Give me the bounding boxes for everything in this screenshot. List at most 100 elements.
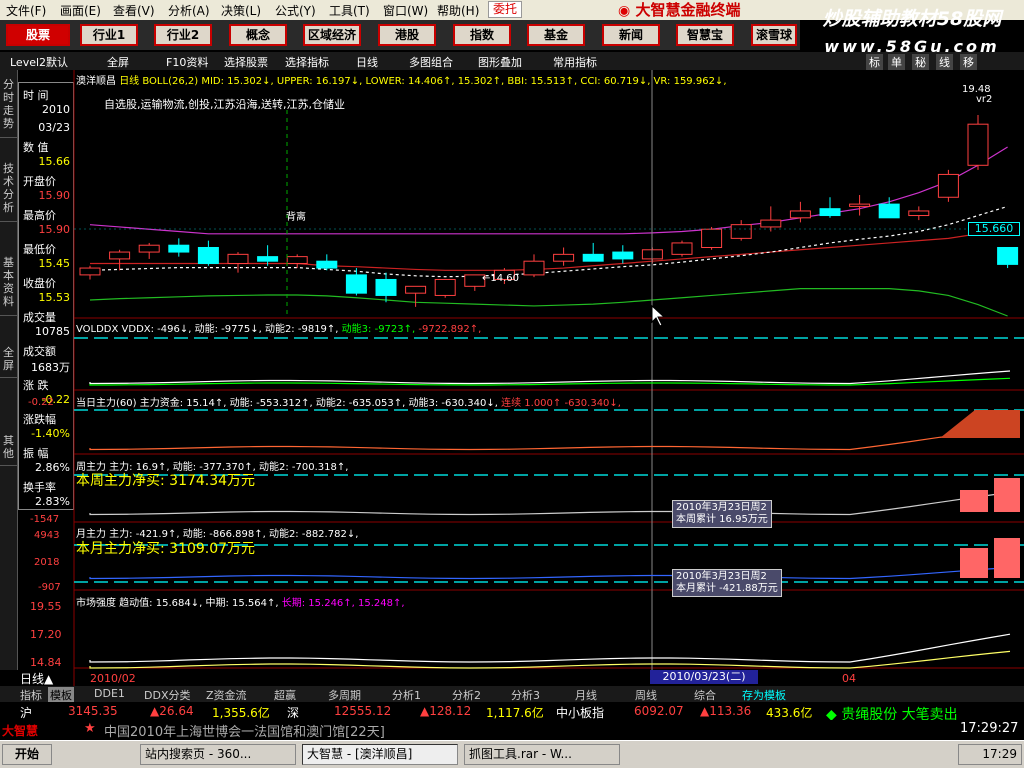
sh-label[interactable]: 沪	[20, 704, 32, 721]
task-search[interactable]: 站内搜索页 - 360...	[140, 744, 296, 765]
nav-hk[interactable]: 港股	[378, 24, 436, 46]
entrust-button[interactable]: 委托	[488, 1, 522, 18]
candle-body	[79, 267, 101, 276]
main-period: 日线	[119, 76, 140, 87]
candle-body	[345, 274, 367, 294]
tab-chaoying[interactable]: 超赢	[274, 687, 296, 703]
tab-move[interactable]: 移	[960, 54, 977, 70]
monthly-net-buy: 本月主力净买: 3109.07万元	[76, 541, 256, 557]
nav-zhihuibao[interactable]: 智慧宝	[676, 24, 734, 46]
tab-template[interactable]: 模板	[48, 687, 74, 703]
monthly-y-bottom: -907	[38, 582, 61, 593]
tab-multiperiod[interactable]: 多周期	[328, 687, 361, 703]
news-headline[interactable]: 中国2010年上海世博会一法国馆和澳门馆[22天]	[104, 721, 385, 740]
menu-window[interactable]: 窗口(W)	[383, 2, 428, 19]
menu-analysis[interactable]: 分析(A)	[168, 2, 210, 19]
select-stock-button[interactable]: 选择股票	[224, 54, 268, 70]
mainforce-head-red: 连续 1.000↑ -630.340↓,	[501, 398, 621, 409]
menu-decision[interactable]: 决策(L)	[221, 2, 261, 19]
monthly-tooltip-date: 2010年3月23日周2	[676, 571, 767, 582]
menu-help[interactable]: 帮助(H)	[437, 2, 479, 19]
nav-concept[interactable]: 概念	[229, 24, 287, 46]
weekly-net-buy: 本周主力净买: 3174.34万元	[76, 473, 256, 489]
candle-body	[257, 256, 279, 262]
level2-default[interactable]: Level2默认	[10, 54, 68, 70]
monthly-tooltip-sum: 本月累计 -421.88万元	[676, 583, 778, 594]
menu-file[interactable]: 文件(F)	[6, 2, 46, 19]
tab-indicator[interactable]: 指标	[20, 687, 42, 703]
period-select[interactable]: 日线	[356, 54, 378, 70]
tab-dde1[interactable]: DDE1	[94, 687, 125, 700]
main-panel-header: 澳洋顺昌 日线 BOLL(26,2) MID: 15.302↓, UPPER: …	[76, 72, 727, 87]
nav-index[interactable]: 指数	[453, 24, 511, 46]
nav-stocks[interactable]: 股票	[6, 24, 70, 46]
tab-weekly[interactable]: 周线	[635, 687, 657, 703]
candle-body	[405, 285, 427, 294]
tab-ddx[interactable]: DDX分类	[144, 687, 190, 703]
overlay-button[interactable]: 图形叠加	[478, 54, 522, 70]
candle-body	[730, 224, 752, 239]
weekly-y-bottom: -1547	[30, 514, 60, 525]
fullscreen-button[interactable]: 全屏	[107, 54, 129, 70]
task-dazhihui[interactable]: 大智慧 - [澳洋顺昌]	[302, 744, 458, 765]
candle-body	[701, 228, 723, 248]
low-annotation: ←14.60	[482, 273, 520, 284]
tab-mark[interactable]: 标	[866, 54, 883, 70]
mainforce-line	[89, 426, 1011, 451]
vol-head-green: 动能3: -9723↑,	[341, 324, 416, 335]
menu-tools[interactable]: 工具(T)	[329, 2, 370, 19]
tab-analysis1[interactable]: 分析1	[392, 687, 421, 703]
strength-head-long: 长期: 15.246↑, 15.248↑,	[281, 598, 405, 609]
sh-change: ▲26.64	[150, 704, 194, 718]
candle-body	[789, 210, 811, 219]
tab-zflow[interactable]: Z资金流	[206, 687, 247, 703]
tab-analysis2[interactable]: 分析2	[452, 687, 481, 703]
monthly-line	[89, 567, 1011, 580]
tab-single[interactable]: 单	[888, 54, 905, 70]
tab-line[interactable]: 线	[936, 54, 953, 70]
tab-save-template[interactable]: 存为模板	[742, 687, 786, 703]
task-rar[interactable]: 抓图工具.rar - W...	[464, 744, 620, 765]
indicator-tabs: 指标 模板 DDE1 DDX分类 Z资金流 超赢 多周期 分析1 分析2 分析3…	[0, 686, 1024, 703]
f10-button[interactable]: F10资料	[166, 54, 208, 70]
vol-line-white	[89, 370, 1011, 385]
candle-body	[937, 173, 959, 198]
monthly-bar-1	[960, 548, 988, 578]
sz-index: 12555.12	[334, 704, 392, 718]
candle-body	[967, 123, 989, 166]
menu-view[interactable]: 查看(V)	[113, 2, 155, 19]
nav-industry1[interactable]: 行业1	[80, 24, 138, 46]
weekly-tooltip: 2010年3月23日周2 本周累计 16.95万元	[672, 500, 772, 528]
sz-label[interactable]: 深	[287, 704, 299, 721]
menu-formula[interactable]: 公式(Y)	[275, 2, 316, 19]
period-indicator[interactable]: 日线▲	[20, 670, 53, 687]
vol-head-red: -9722.892↑,	[418, 324, 482, 335]
multi-chart-button[interactable]: 多图组合	[409, 54, 453, 70]
candle-body	[819, 208, 841, 217]
nav-snowball[interactable]: 滚雪球	[751, 24, 797, 46]
weekly-bar-2	[994, 478, 1020, 512]
nav-industry2[interactable]: 行业2	[154, 24, 212, 46]
star-icon: ★	[84, 721, 96, 736]
nav-fund[interactable]: 基金	[527, 24, 585, 46]
xaxis-left: 2010/02	[90, 672, 136, 685]
select-indicator-button[interactable]: 选择指标	[285, 54, 329, 70]
mainforce-y-label: -0.22	[28, 397, 54, 408]
nav-news[interactable]: 新闻	[602, 24, 660, 46]
divergence-annotation: 背离	[286, 212, 306, 223]
tab-analysis3[interactable]: 分析3	[511, 687, 540, 703]
nav-region[interactable]: 区域经济	[303, 24, 361, 46]
sme-label[interactable]: 中小板指	[556, 704, 604, 721]
tab-monthly[interactable]: 月线	[575, 687, 597, 703]
sme-amount: 433.6亿	[766, 706, 813, 720]
tab-secret[interactable]: 秘	[912, 54, 929, 70]
weekly-tooltip-date: 2010年3月23日周2	[676, 502, 767, 513]
menu-view-screen[interactable]: 画面(E)	[60, 2, 101, 19]
mainforce-panel-header: 当日主力(60) 主力资金: 15.14↑, 动能: -553.312↑, 动能…	[76, 394, 621, 409]
tab-combined[interactable]: 综合	[694, 687, 716, 703]
news-brand: 大智慧	[2, 724, 39, 738]
start-button[interactable]: 开始	[2, 744, 52, 765]
common-indicators-button[interactable]: 常用指标	[553, 54, 597, 70]
candle-body	[997, 246, 1019, 265]
mainforce-bar	[940, 410, 1020, 438]
